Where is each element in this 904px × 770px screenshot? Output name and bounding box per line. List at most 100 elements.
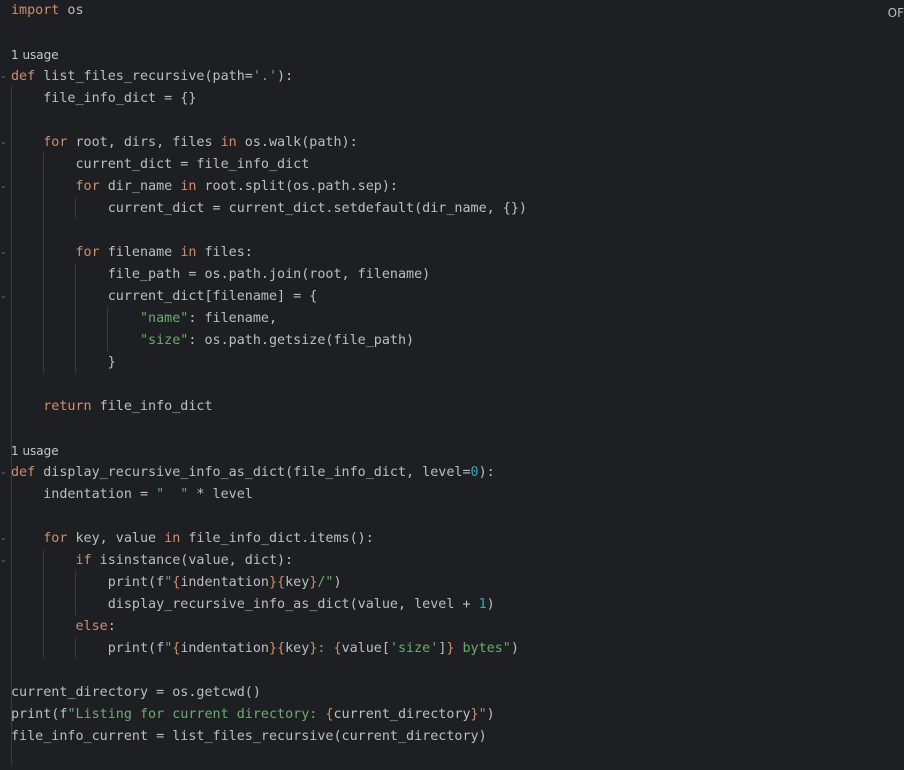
code-token: if: [75, 553, 92, 568]
code-line[interactable]: "name": filename,: [11, 308, 277, 330]
code-token: current_directory: [333, 707, 471, 722]
code-token: }{: [269, 575, 286, 590]
code-token: for: [75, 179, 100, 194]
code-line[interactable]: def list_files_recursive(path='.'):: [11, 66, 293, 88]
fold-arrow-icon[interactable]: ⌄: [0, 72, 8, 80]
code-token: ): [510, 641, 519, 656]
code-token: def: [11, 69, 36, 84]
code-line[interactable]: print(f"Listing for current directory: {…: [11, 704, 495, 726]
code-line[interactable]: for filename in files:: [11, 242, 253, 264]
code-token: print(f: [11, 641, 165, 656]
code-line[interactable]: current_dict = file_info_dict: [11, 154, 309, 176]
code-token: import: [11, 3, 60, 18]
code-token: return: [43, 399, 92, 414]
code-token: current_dict = current_dict.setdefault(d…: [11, 201, 527, 216]
code-token: files:: [196, 245, 253, 260]
code-line[interactable]: display_recursive_info_as_dict(value, le…: [11, 594, 495, 616]
code-token: isinstance(value, dict):: [91, 553, 294, 568]
editor-gutter[interactable]: [0, 0, 8, 770]
code-line[interactable]: print(f"{indentation}{key}/"): [11, 572, 342, 594]
code-line[interactable]: else:: [11, 616, 116, 638]
code-line[interactable]: for root, dirs, files in os.walk(path):: [11, 132, 358, 154]
code-editor[interactable]: ⌄ ⌄ ⌄ ⌄ ⌄ ⌄ ⌄ ⌄ OF 1 usage 1 usage impor…: [0, 0, 904, 770]
fold-arrow-icon[interactable]: ⌄: [0, 534, 8, 542]
code-line[interactable]: current_dict[filename] = {: [11, 286, 318, 308]
code-token: ): [486, 597, 495, 612]
code-token: root, dirs, files: [67, 135, 221, 150]
code-token: root.split(os.path.sep):: [196, 179, 398, 194]
fold-arrow-icon[interactable]: ⌄: [0, 138, 8, 146]
code-token: print(f: [11, 707, 68, 722]
code-token: ): [486, 707, 495, 722]
fold-arrow-icon[interactable]: ⌄: [0, 292, 8, 300]
code-token: file_info_dict: [91, 399, 213, 414]
code-line[interactable]: indentation = " " * level: [11, 484, 253, 506]
code-token: :: [317, 641, 334, 656]
code-line[interactable]: file_info_dict = {}: [11, 88, 196, 110]
code-token: :: [107, 619, 116, 634]
code-token: for: [75, 245, 100, 260]
code-token: * level: [188, 487, 253, 502]
code-token: key: [285, 575, 310, 590]
code-token: }{: [269, 641, 286, 656]
code-line[interactable]: def display_recursive_info_as_dict(file_…: [11, 462, 495, 484]
fold-arrow-icon[interactable]: ⌄: [0, 182, 8, 190]
code-token: "name": [140, 311, 189, 326]
code-line[interactable]: import os: [11, 0, 84, 22]
code-token: list_files_recursive(path=: [35, 69, 253, 84]
code-token: current_dict[filename] = {: [11, 289, 318, 304]
usage-hint[interactable]: 1 usage: [11, 442, 59, 460]
code-token: indentation: [180, 641, 269, 656]
fold-arrow-icon[interactable]: ⌄: [0, 248, 8, 256]
code-token: dir_name: [99, 179, 181, 194]
code-token: current_dict = file_info_dict: [11, 157, 310, 172]
code-token: for: [43, 135, 68, 150]
code-token: " ": [156, 487, 189, 502]
code-token: ": [478, 707, 487, 722]
code-token: '.': [252, 69, 278, 84]
code-token: current_directory = os.getcwd(): [11, 685, 261, 700]
code-line[interactable]: file_path = os.path.join(root, filename): [11, 264, 430, 286]
code-token: bytes": [454, 641, 511, 656]
corner-label: OF: [887, 6, 904, 20]
code-token: "size": [140, 333, 189, 348]
code-token: in: [180, 245, 197, 260]
code-token: file_info_dict.items():: [180, 531, 374, 546]
code-line[interactable]: current_dict = current_dict.setdefault(d…: [11, 198, 527, 220]
usage-hint[interactable]: 1 usage: [11, 46, 59, 64]
code-token: indentation =: [11, 487, 157, 502]
code-line[interactable]: print(f"{indentation}{key}: {value['size…: [11, 638, 519, 660]
code-line[interactable]: for dir_name in root.split(os.path.sep):: [11, 176, 398, 198]
code-token: file_info_dict = {}: [11, 91, 197, 106]
code-token: file_info_current = list_files_recursive…: [11, 729, 487, 744]
code-line[interactable]: }: [11, 352, 116, 374]
code-line[interactable]: "size": os.path.getsize(file_path): [11, 330, 414, 352]
code-token: os.walk(path):: [236, 135, 358, 150]
code-token: : os.path.getsize(file_path): [188, 333, 415, 348]
code-token: }: [470, 707, 479, 722]
code-token: print(f: [11, 575, 165, 590]
code-token: else: [75, 619, 108, 634]
code-line[interactable]: for key, value in file_info_dict.items()…: [11, 528, 374, 550]
code-token: display_recursive_info_as_dict(file_info…: [35, 465, 471, 480]
code-token: value[: [341, 641, 390, 656]
code-line[interactable]: file_info_current = list_files_recursive…: [11, 726, 487, 748]
code-token: in: [164, 531, 181, 546]
code-token: ):: [277, 69, 294, 84]
fold-arrow-icon[interactable]: ⌄: [0, 468, 8, 476]
code-line[interactable]: return file_info_dict: [11, 396, 213, 418]
code-token: 1: [478, 597, 487, 612]
code-line[interactable]: if isinstance(value, dict):: [11, 550, 294, 572]
fold-arrow-icon[interactable]: ⌄: [0, 556, 8, 564]
code-line[interactable]: current_directory = os.getcwd(): [11, 682, 261, 704]
code-token: key, value: [67, 531, 165, 546]
code-token: file_path = os.path.join(root, filename): [11, 267, 431, 282]
